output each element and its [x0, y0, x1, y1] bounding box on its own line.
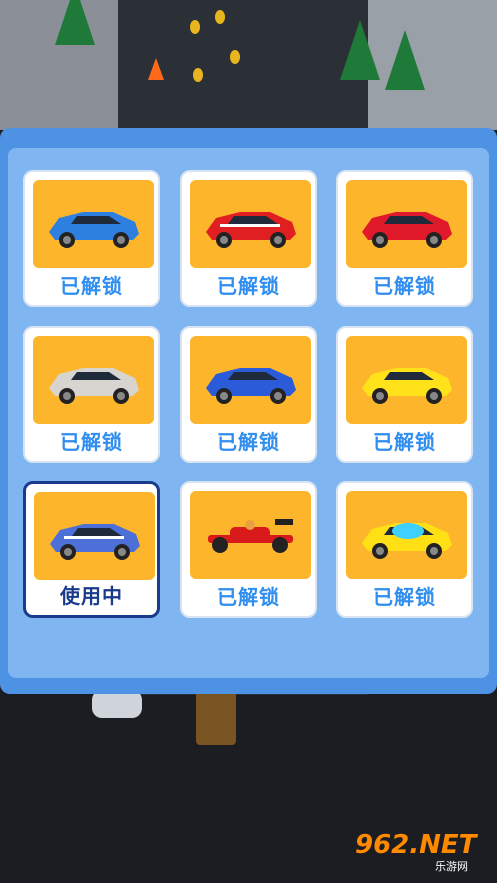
- car-status-label: 已解锁: [373, 585, 436, 609]
- tree-icon: [385, 30, 425, 90]
- car-thumbnail: [190, 180, 311, 268]
- coin-icon: [230, 50, 240, 64]
- car-status-label: 使用中: [60, 584, 123, 608]
- coin-icon: [190, 20, 200, 34]
- car-thumbnail: [346, 491, 467, 579]
- red-sports-car-icon: [356, 194, 457, 254]
- car-thumbnail: [190, 336, 311, 424]
- red-formula-car-icon: [200, 505, 301, 565]
- watermark: 962.NET 乐游网: [355, 830, 495, 873]
- car-status-label: 已解锁: [217, 430, 280, 454]
- blue-muscle-car-icon: [43, 194, 144, 254]
- traffic-cone-icon: [148, 58, 164, 80]
- yellow-supercar-icon: [356, 350, 457, 410]
- car-card-yellow-futuristic-car[interactable]: 已解锁: [336, 481, 473, 618]
- blue-coupe-icon: [200, 350, 301, 410]
- sidewalk-right: [360, 0, 497, 130]
- car-status-label: 已解锁: [60, 274, 123, 298]
- car-card-yellow-supercar[interactable]: 已解锁: [336, 326, 473, 463]
- coin-icon: [215, 10, 225, 24]
- car-card-red-sports-car[interactable]: 已解锁: [336, 170, 473, 307]
- silver-supercar-icon: [43, 350, 144, 410]
- car-thumbnail: [346, 180, 467, 268]
- car-card-blue-classic-car[interactable]: 使用中: [23, 481, 160, 618]
- car-status-label: 已解锁: [373, 430, 436, 454]
- car-thumbnail: [33, 336, 154, 424]
- car-thumbnail: [33, 180, 154, 268]
- car-thumbnail: [190, 491, 311, 579]
- blue-classic-car-icon: [44, 506, 145, 566]
- car-card-silver-supercar[interactable]: 已解锁: [23, 326, 160, 463]
- car-status-label: 已解锁: [217, 274, 280, 298]
- car-thumbnail: [34, 492, 155, 580]
- yellow-futuristic-car-icon: [356, 505, 457, 565]
- red-muscle-car-icon: [200, 194, 301, 254]
- car-card-blue-muscle-car[interactable]: 已解锁: [23, 170, 160, 307]
- tree-icon: [340, 20, 380, 80]
- car-card-red-muscle-car[interactable]: 已解锁: [180, 170, 317, 307]
- watermark-sub: 乐游网: [435, 860, 468, 873]
- car-status-label: 已解锁: [60, 430, 123, 454]
- runner-legs: [196, 690, 236, 745]
- runner-shoe: [92, 690, 142, 718]
- watermark-brand: 962.NET: [355, 830, 477, 860]
- car-status-label: 已解锁: [217, 585, 280, 609]
- car-card-blue-coupe[interactable]: 已解锁: [180, 326, 317, 463]
- tree-icon: [55, 0, 95, 45]
- car-thumbnail: [346, 336, 467, 424]
- car-card-red-formula-car[interactable]: 已解锁: [180, 481, 317, 618]
- coin-icon: [193, 68, 203, 82]
- car-status-label: 已解锁: [373, 274, 436, 298]
